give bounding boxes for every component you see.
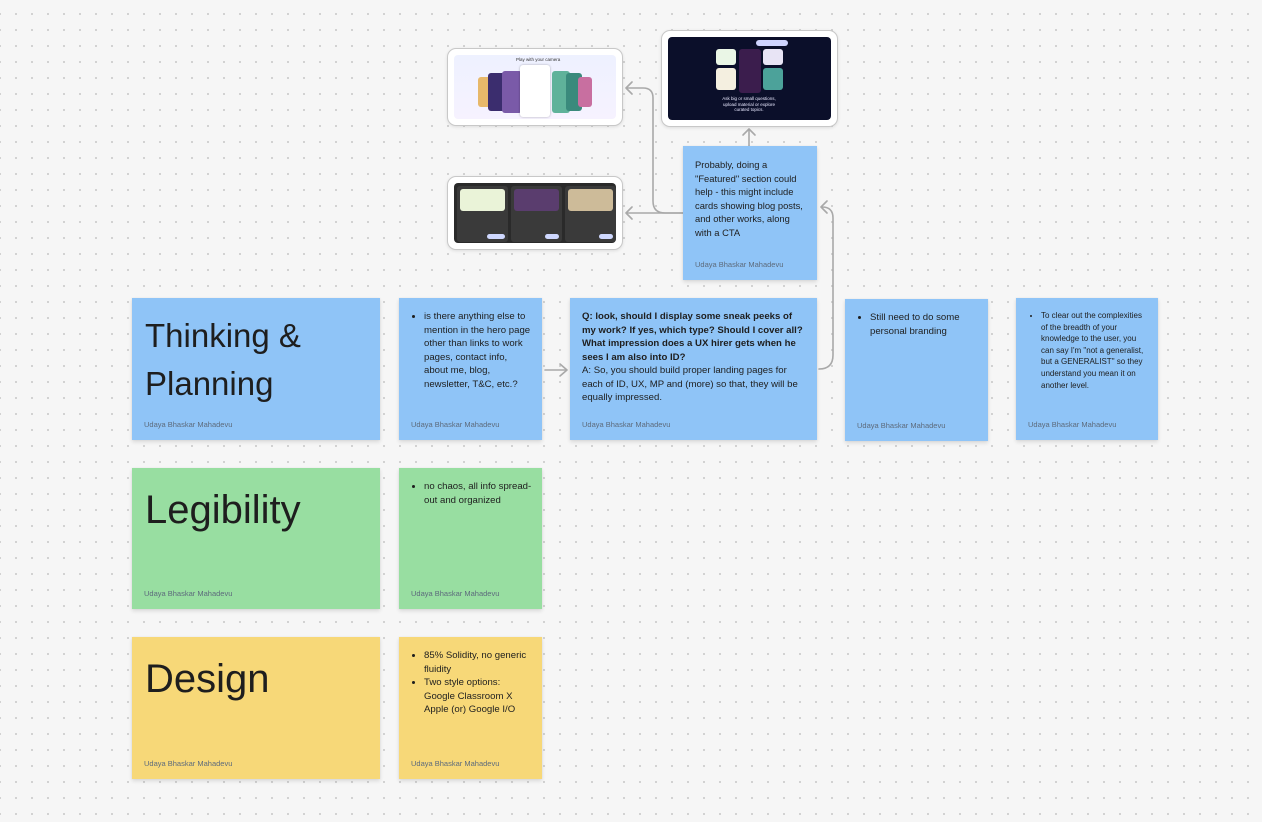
mini-card: [739, 49, 761, 93]
sticky-title: Legibility: [145, 488, 301, 532]
bullet-item: no chaos, all info spread-out and organi…: [424, 480, 532, 507]
mini-card-button: [545, 234, 559, 239]
title-line: Planning: [145, 365, 274, 402]
mini-card-button: [487, 234, 505, 239]
sticky-author: Udaya Bhaskar Mahadevu: [144, 759, 233, 768]
sticky-bullets: To clear out the complexities of the bre…: [1028, 310, 1148, 391]
title-line: Thinking &: [145, 317, 301, 354]
sticky-legibility[interactable]: Legibility Udaya Bhaskar Mahadevu: [132, 468, 380, 609]
screenshot-ask-caption: Ask big or small questions, upload mater…: [722, 96, 776, 113]
sticky-author: Udaya Bhaskar Mahadevu: [411, 589, 500, 598]
mini-card: [716, 49, 736, 65]
arrow-sneak-to-featured: [818, 200, 834, 370]
sticky-author: Udaya Bhaskar Mahadevu: [144, 589, 233, 598]
sticky-author: Udaya Bhaskar Mahadevu: [1028, 420, 1117, 429]
screenshot-ask: Ask big or small questions, upload mater…: [668, 37, 831, 120]
sticky-design[interactable]: Design Udaya Bhaskar Mahadevu: [132, 637, 380, 779]
sticky-author: Udaya Bhaskar Mahadevu: [411, 420, 500, 429]
screenshot-camera-caption: Play with your camera: [516, 57, 561, 62]
mini-card: [511, 186, 562, 242]
sticky-answer: A: So, you should build proper landing p…: [582, 365, 798, 403]
sticky-bullets: no chaos, all info spread-out and organi…: [411, 480, 532, 507]
sticky-sneak-peeks[interactable]: Q: look, should I display some sneak pee…: [570, 298, 817, 440]
arrow-featured-to-ask: [742, 128, 756, 147]
bullet-item: Still need to do some personal branding: [870, 311, 978, 338]
screenshot-cards-frame[interactable]: [447, 176, 623, 250]
sticky-design-note[interactable]: 85% Solidity, no generic fluidity Two st…: [399, 637, 542, 779]
mini-card: [502, 71, 522, 113]
sticky-generalist[interactable]: To clear out the complexities of the bre…: [1016, 298, 1158, 440]
screenshot-camera-frame[interactable]: Play with your camera: [447, 48, 623, 126]
sticky-featured[interactable]: Probably, doing a "Featured" section cou…: [683, 146, 817, 280]
sticky-author: Udaya Bhaskar Mahadevu: [695, 260, 784, 269]
sticky-question: Q: look, should I display some sneak pee…: [582, 311, 803, 363]
sticky-hero-question[interactable]: is there anything else to mention in the…: [399, 298, 542, 440]
bullet-item: is there anything else to mention in the…: [424, 310, 532, 391]
sticky-legibility-note[interactable]: no chaos, all info spread-out and organi…: [399, 468, 542, 609]
arrow-hero-to-sneak: [544, 363, 568, 377]
mini-card: [578, 77, 592, 107]
sticky-branding[interactable]: Still need to do some personal branding …: [845, 299, 988, 441]
mini-card: [520, 65, 550, 117]
sticky-featured-text: Probably, doing a "Featured" section cou…: [695, 159, 803, 238]
sticky-bullets: 85% Solidity, no generic fluidity Two st…: [411, 649, 532, 717]
sticky-author: Udaya Bhaskar Mahadevu: [582, 420, 671, 429]
sticky-author: Udaya Bhaskar Mahadevu: [144, 420, 233, 429]
screenshot-cards: [454, 183, 616, 243]
mini-card-button: [599, 234, 613, 239]
bullet-item: 85% Solidity, no generic fluidity: [424, 649, 532, 676]
sticky-text: Q: look, should I display some sneak pee…: [582, 310, 805, 405]
mini-card-image: [514, 189, 559, 211]
mini-card: [763, 49, 783, 65]
sticky-bullets: is there anything else to mention in the…: [411, 310, 532, 391]
sticky-title: Design: [145, 657, 270, 701]
mini-card: [763, 68, 783, 90]
bullet-item: Two style options: Google Classroom X Ap…: [424, 676, 532, 717]
mini-card: [716, 68, 736, 90]
screenshot-camera: Play with your camera: [454, 55, 616, 119]
sticky-title: Thinking & Planning: [145, 312, 372, 408]
sticky-bullets: Still need to do some personal branding: [857, 311, 978, 338]
mini-pill: [756, 40, 788, 46]
mini-card: [565, 186, 616, 242]
mini-card-image: [460, 189, 505, 211]
bullet-item: To clear out the complexities of the bre…: [1041, 310, 1148, 391]
mini-card: [457, 186, 508, 242]
sticky-thinking-planning[interactable]: Thinking & Planning Udaya Bhaskar Mahade…: [132, 298, 380, 440]
screenshot-ask-frame[interactable]: Ask big or small questions, upload mater…: [661, 30, 838, 127]
mini-card-image: [568, 189, 613, 211]
sticky-author: Udaya Bhaskar Mahadevu: [857, 421, 946, 430]
sticky-author: Udaya Bhaskar Mahadevu: [411, 759, 500, 768]
arrow-featured-to-cards: [625, 206, 684, 220]
